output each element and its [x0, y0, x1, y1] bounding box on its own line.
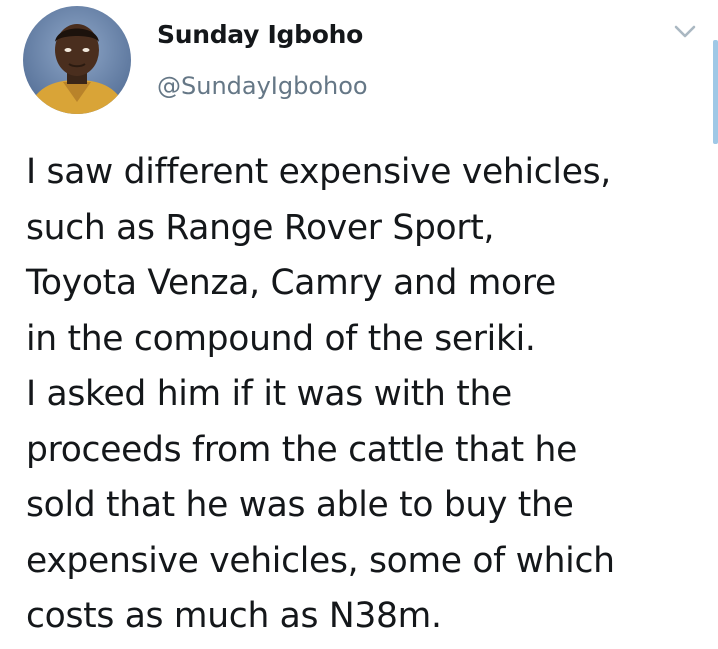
profile-photo-icon	[23, 6, 131, 114]
tweet-text-line: such as Range Rover Sport,	[26, 207, 495, 248]
tweet-text: I saw different expensive vehicles, such…	[26, 145, 711, 645]
author-display-name[interactable]: Sunday Igboho	[157, 19, 363, 51]
tweet-text-line: sold that he was able to buy the	[26, 485, 574, 525]
author-handle[interactable]: @SundayIgbohoo	[157, 70, 368, 102]
chevron-down-icon[interactable]	[671, 22, 699, 42]
tweet-card: Sunday Igboho @SundayIgbohoo I saw diffe…	[0, 0, 718, 649]
avatar[interactable]	[23, 6, 131, 114]
tweet-text-line: in the compound of the seriki.	[26, 318, 536, 359]
tweet-text-line: costs as much as N38m.	[26, 596, 442, 636]
tweet-text-line: Toyota Venza, Camry and more	[26, 263, 556, 303]
tweet-text-line: expensive vehicles, some of which	[26, 540, 615, 581]
tweet-text-line: I asked him if it was with the	[26, 374, 512, 414]
tweet-text-line: I saw different expensive vehicles,	[26, 152, 611, 192]
tweet-text-line: proceeds from the cattle that he	[26, 429, 577, 470]
scrollbar[interactable]	[713, 40, 718, 144]
